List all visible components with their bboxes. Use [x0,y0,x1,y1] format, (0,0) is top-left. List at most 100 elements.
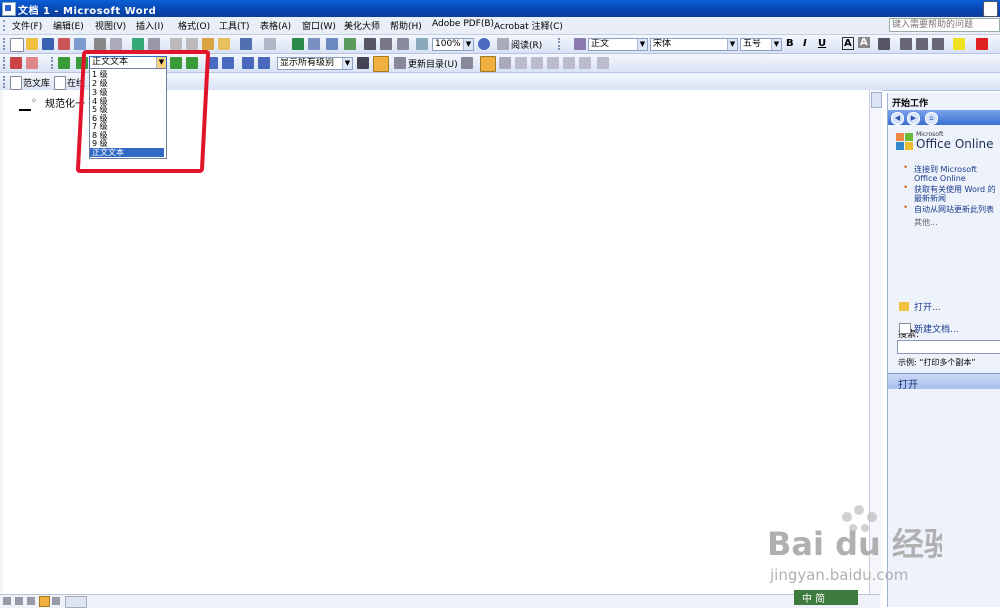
horizontal-scroll-left[interactable] [65,596,87,608]
zoom-select[interactable]: 100% ▼ [432,38,474,51]
align-icon[interactable] [878,38,890,50]
spelling-icon[interactable] [132,38,144,50]
move-down-icon[interactable] [222,57,234,69]
outline-view-icon[interactable] [39,596,50,607]
font-select[interactable]: 宋体 ▼ [650,38,738,51]
chevron-down-icon[interactable]: ▼ [463,39,473,50]
open-file-link[interactable]: 打开... [914,300,941,313]
macro-icon[interactable] [10,57,22,69]
home-icon[interactable]: ⌂ [925,112,938,125]
bold-button[interactable]: B [786,38,794,49]
print-preview-icon[interactable] [110,38,122,50]
menu-format[interactable]: 格式(O) [178,19,210,32]
collapse-icon[interactable] [258,57,270,69]
scrollbar-thumb[interactable] [871,92,882,108]
paste-icon[interactable] [202,38,214,50]
show-level-select[interactable]: 显示所有级别 ▼ [277,57,353,70]
ime-status[interactable]: 中 简 [802,592,825,605]
menu-acrobat-comment[interactable]: Acrobat 注释(C) [494,19,563,32]
link-word-news[interactable]: 获取有关使用 Word 的最新新闻 [914,185,1000,203]
search-input[interactable] [897,340,1000,354]
help-search-input[interactable]: 键入需要帮助的问题 [889,18,1000,32]
help-icon[interactable] [478,38,490,50]
format-painter-icon[interactable] [218,38,230,50]
split-subdocument-icon[interactable] [579,57,591,69]
tables-borders-icon[interactable] [308,38,320,50]
new-document-icon[interactable] [10,38,24,52]
forward-icon[interactable]: ▶ [907,112,920,125]
menu-adobe-pdf[interactable]: Adobe PDF(B) [432,19,494,29]
permission-icon[interactable] [58,38,70,50]
hyperlink-icon[interactable] [292,38,304,50]
toolbar-grip[interactable] [558,38,562,50]
print-layout-icon[interactable] [27,597,35,605]
character-border-button[interactable]: A [842,37,854,50]
underline-button[interactable]: U [818,38,826,49]
menu-table[interactable]: 表格(A) [260,19,291,32]
style-select[interactable]: 正文 ▼ [588,38,648,51]
print-icon[interactable] [94,38,106,50]
menu-insert[interactable]: 插入(I) [136,19,164,32]
master-document-view-icon[interactable] [480,56,496,72]
lock-document-icon[interactable] [597,57,609,69]
copy-icon[interactable] [186,38,198,50]
toolbar-grip[interactable] [51,57,55,69]
menu-help[interactable]: 帮助(H) [390,19,422,32]
show-formatting-icon[interactable] [373,56,389,72]
bullets-icon[interactable] [916,38,928,50]
back-icon[interactable]: ◀ [891,112,904,125]
remove-subdocument-icon[interactable] [531,57,543,69]
toolbar-grip[interactable] [3,38,7,50]
menu-file[interactable]: 文件(F) [12,19,42,32]
merge-subdocument-icon[interactable] [563,57,575,69]
script-icon[interactable] [26,57,38,69]
cut-icon[interactable] [170,38,182,50]
normal-view-icon[interactable] [3,597,11,605]
font-size-select[interactable]: 五号 ▼ [740,38,782,51]
menu-tools[interactable]: 工具(T) [219,19,250,32]
chevron-down-icon[interactable]: ▼ [342,58,352,69]
window-control-button[interactable] [983,1,998,17]
undo-icon[interactable] [240,38,252,50]
save-icon[interactable] [42,38,54,50]
collapse-subdocuments-icon[interactable] [499,57,511,69]
numbering-icon[interactable] [900,38,912,50]
menu-beautify[interactable]: 美化大师 [344,19,380,32]
reading-view-icon[interactable] [52,597,60,605]
indent-icon[interactable] [932,38,944,50]
highlight-icon[interactable] [953,38,965,50]
link-connect-office-online[interactable]: 连接到 Microsoft Office Online [914,165,1000,183]
web-view-icon[interactable] [15,597,23,605]
insert-subdocument-icon[interactable] [547,57,559,69]
styles-formatting-icon[interactable] [574,38,586,50]
insert-table-icon[interactable] [326,38,338,50]
menu-window[interactable]: 窗口(W) [302,19,336,32]
email-icon[interactable] [74,38,86,50]
update-toc-icon[interactable] [394,57,406,69]
promote-to-heading-icon[interactable] [58,57,70,69]
character-shading-button[interactable]: A [858,37,870,48]
chevron-down-icon[interactable]: ▼ [771,39,781,50]
update-toc-button[interactable]: 更新目录(U) [408,57,458,70]
drawing-icon[interactable] [380,38,392,50]
link-more[interactable]: 其他... [914,218,1000,227]
show-hide-icon[interactable] [416,38,428,50]
create-subdocument-icon[interactable] [515,57,527,69]
new-document-link[interactable]: 新建文档... [914,322,959,335]
italic-button[interactable]: I [803,38,807,49]
menu-grip[interactable] [3,20,7,31]
open-folder-icon[interactable] [26,38,38,50]
read-button[interactable]: 阅读(R) [511,38,542,51]
menu-edit[interactable]: 编辑(E) [53,19,84,32]
research-icon[interactable] [148,38,160,50]
read-icon[interactable] [497,38,509,50]
document-map-icon[interactable] [397,38,409,50]
columns-icon[interactable] [364,38,376,50]
chevron-down-icon[interactable]: ▼ [727,39,737,50]
insert-excel-icon[interactable] [344,38,356,50]
first-line-only-icon[interactable] [357,57,369,69]
redo-icon[interactable] [264,38,276,50]
toolbar-grip[interactable] [3,76,7,88]
menu-view[interactable]: 视图(V) [95,19,126,32]
link-auto-update[interactable]: 自动从网站更新此列表 [914,205,1000,214]
